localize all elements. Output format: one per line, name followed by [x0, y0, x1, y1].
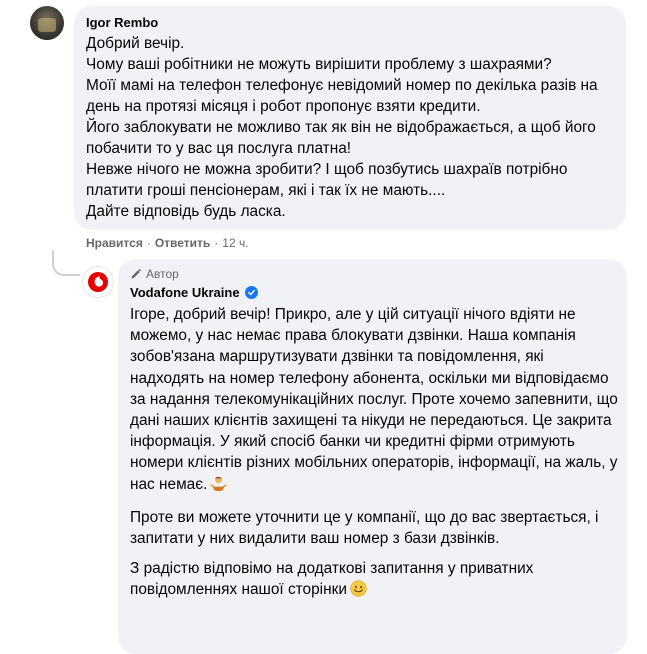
author-badge: Автор [130, 267, 179, 281]
reply-text: Ігоре, добрий вечір! Прикро, але у цій с… [130, 304, 620, 604]
reply-paragraph-3: З радістю відповімо на додаткові запитан… [130, 558, 620, 603]
avatar-igor-rembo[interactable] [30, 6, 64, 40]
author-badge-label: Автор [146, 267, 179, 281]
reply-link[interactable]: Ответить [155, 236, 210, 250]
reply-author[interactable]: Vodafone Ukraine [130, 285, 240, 300]
comment-text: Добрий вечір. Чому ваші робітники не мож… [86, 35, 598, 220]
separator-dot: · [146, 236, 151, 250]
verified-badge-icon [244, 286, 258, 299]
smile-emoji-icon [350, 580, 367, 603]
reply-bubble: Автор Vodafone Ukraine Ігоре, добрий веч… [118, 259, 627, 654]
comment-author[interactable]: Igor Rembo [86, 15, 158, 30]
separator-dot: · [214, 236, 219, 250]
person-shrug-emoji-icon [210, 475, 228, 498]
reply-paragraph-2: Проте ви можете уточнити це у компанії, … [130, 508, 599, 548]
reply-paragraph-1: Ігоре, добрий вечір! Прикро, але у цій с… [130, 304, 620, 498]
reply-thread-line [52, 250, 80, 276]
vodafone-logo-icon [88, 272, 108, 292]
comment-time[interactable]: 12 ч. [222, 236, 248, 250]
comment-bubble: Igor Rembo Добрий вечір. Чому ваші робіт… [74, 6, 626, 230]
avatar-vodafone[interactable] [82, 266, 114, 298]
comment-actions: Нравится · Ответить · 12 ч. [86, 236, 249, 250]
reply-author-row: Vodafone Ukraine [130, 285, 258, 300]
pen-icon [131, 268, 142, 279]
like-link[interactable]: Нравится [86, 236, 143, 250]
